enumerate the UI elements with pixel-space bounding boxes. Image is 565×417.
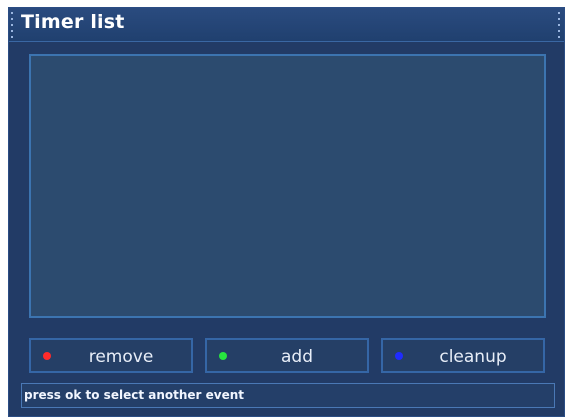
blue-dot-icon [395, 352, 403, 360]
window-title: Timer list [21, 11, 125, 33]
red-dot-icon [43, 352, 51, 360]
remove-button-label: remove [88, 347, 154, 367]
green-dot-icon [219, 352, 227, 360]
add-button-label: add [281, 347, 313, 367]
title-grip-left [10, 12, 15, 38]
title-grip-right [557, 12, 562, 38]
cleanup-button-label: cleanup [439, 347, 507, 367]
timer-list-window: Timer list remove add cleanup press ok t… [8, 7, 565, 417]
title-bar: Timer list [9, 8, 564, 42]
status-bar: press ok to select another event [21, 383, 555, 408]
add-button[interactable]: add [205, 338, 369, 373]
timer-list[interactable] [29, 54, 546, 318]
remove-button[interactable]: remove [29, 338, 193, 373]
cleanup-button[interactable]: cleanup [381, 338, 545, 373]
